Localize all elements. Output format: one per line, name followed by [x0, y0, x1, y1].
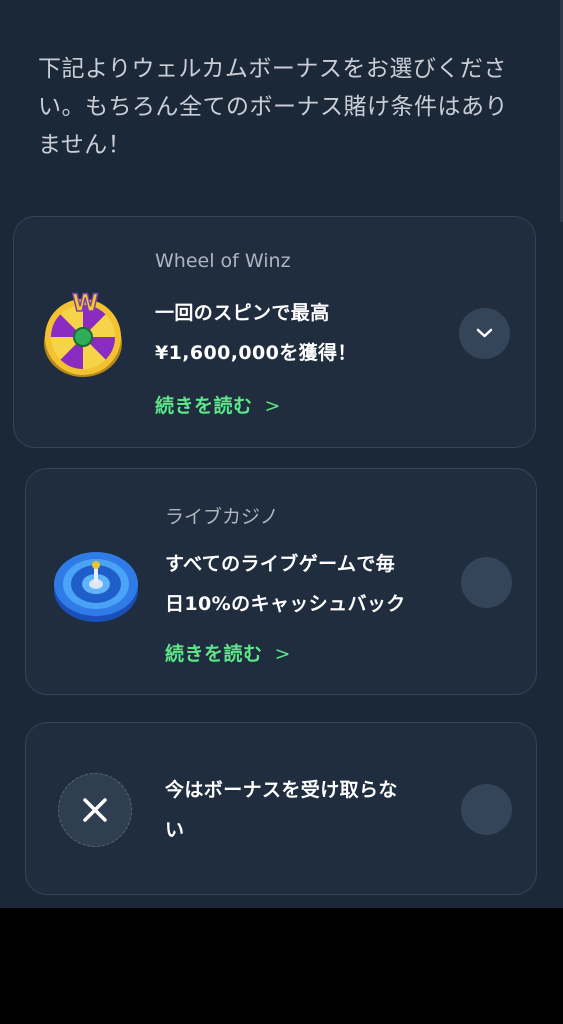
bonus-title: 一回のスピンで最高 ¥1,600,000を獲得！ [155, 293, 357, 373]
bonus-selection-screen: 下記よりウェルカムボーナスをお選びください。もちろん全てのボーナス賭け条件はあり… [0, 0, 563, 908]
bonus-title-line: すべてのライブゲームで毎 [165, 553, 396, 575]
read-more-link[interactable]: 続きを読む > [165, 639, 291, 666]
bonus-title-line: い [165, 819, 185, 841]
read-more-label: 続きを読む [155, 395, 253, 417]
bonus-category: ライブカジノ [165, 506, 279, 528]
bonus-card-no-bonus[interactable]: 今はボーナスを受け取らな い [25, 722, 537, 895]
bonus-card-live-casino[interactable]: ライブカジノ すべてのライブゲームで毎 日10%のキャッシュバック 続きを読む > [25, 468, 537, 695]
chevron-right-icon: > [274, 643, 291, 665]
svg-text:W: W [72, 289, 98, 317]
expand-button[interactable] [459, 308, 510, 359]
bonus-title-line: ¥1,600,000を獲得！ [155, 342, 357, 364]
roulette-wheel-icon [52, 546, 140, 628]
chevron-right-icon: > [264, 395, 281, 417]
wheel-of-winz-icon: W [42, 288, 124, 381]
bonus-title-line: 一回のスピンで最高 [155, 302, 330, 324]
bonus-title-line: 日10%のキャッシュバック [165, 593, 406, 615]
bonus-card-wheel-of-winz[interactable]: W Wheel of Winz 一回のスピンで最高 ¥1,600,000を獲得！… [13, 216, 536, 448]
read-more-link[interactable]: 続きを読む > [155, 391, 281, 418]
select-radio-button[interactable] [461, 784, 512, 835]
chevron-down-icon [476, 328, 493, 338]
bonus-title: すべてのライブゲームで毎 日10%のキャッシュバック [165, 544, 406, 624]
bonus-title-line: 今はボーナスを受け取らな [165, 779, 398, 801]
select-radio-button[interactable] [461, 557, 512, 608]
bonus-title: 今はボーナスを受け取らな い [165, 770, 398, 850]
intro-text: 下記よりウェルカムボーナスをお選びください。もちろん全てのボーナス賭け条件はあり… [38, 56, 508, 158]
close-icon [83, 798, 107, 822]
no-bonus-badge [58, 773, 132, 847]
bonus-category: Wheel of Winz [155, 250, 291, 272]
read-more-label: 続きを読む [165, 643, 263, 665]
